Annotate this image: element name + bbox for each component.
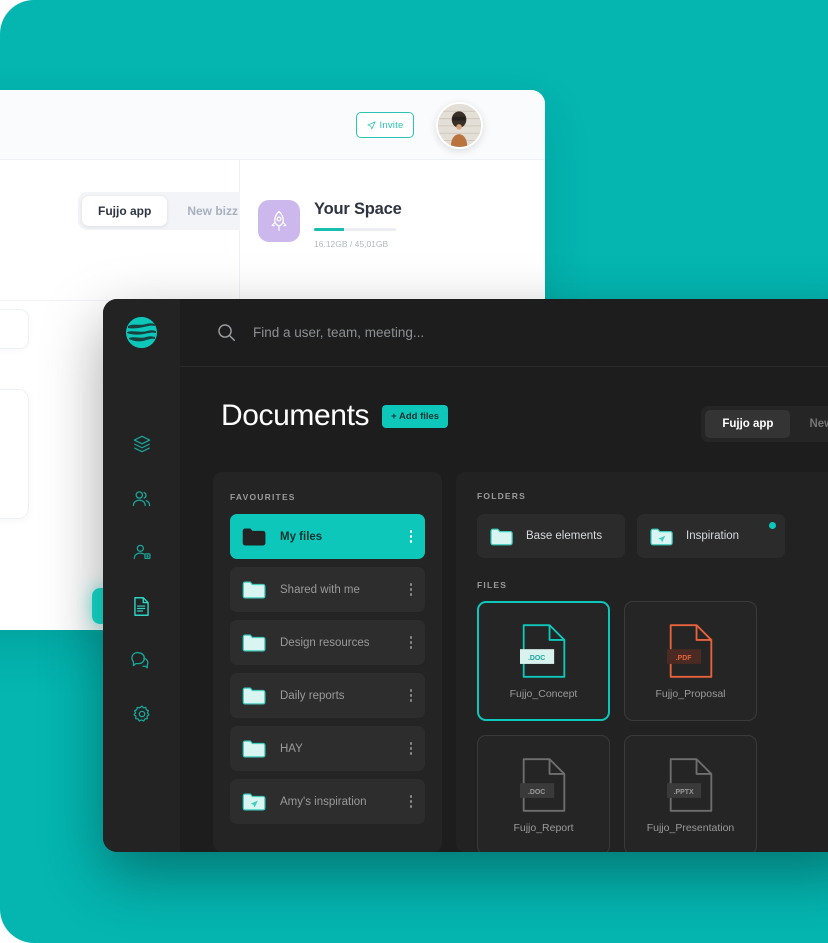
your-space-title: Your Space	[314, 200, 402, 219]
user-add-icon	[132, 542, 152, 562]
kebab-menu-icon[interactable]	[410, 583, 413, 596]
svg-text:.PDF: .PDF	[675, 654, 691, 661]
favourites-panel: FAVOURITES My files Shared with me	[213, 472, 442, 852]
tab-fujjo-app[interactable]: Fujjo app	[705, 410, 790, 438]
page-header: Documents + Add files	[221, 399, 448, 433]
favourite-item-label: Daily reports	[280, 690, 345, 702]
favourites-label: FAVOURITES	[230, 492, 425, 502]
favourite-item-design-resources[interactable]: Design resources	[230, 620, 425, 665]
folders-label: FOLDERS	[477, 491, 828, 501]
favourite-item-hay[interactable]: HAY	[230, 726, 425, 771]
favourite-item-label: Design resources	[280, 637, 369, 649]
kebab-menu-icon[interactable]	[410, 530, 413, 543]
folder-card-inspiration[interactable]: Inspiration	[0, 309, 29, 349]
fujjo-logo-icon[interactable]	[126, 317, 157, 348]
sidebar-item-layers[interactable]	[103, 417, 180, 471]
favourite-item-label: Amy's inspiration	[280, 796, 367, 808]
pdf-file-icon: .PDF	[667, 623, 715, 679]
file-card-fujjo-report[interactable]: .DOC Fujjo_Report	[477, 735, 610, 852]
tab-fujjo-app[interactable]: Fujjo app	[82, 196, 167, 226]
documents-content: FOLDERS Base elements Inspiration	[456, 472, 828, 852]
folder-icon	[242, 633, 266, 652]
tab-new-bizz[interactable]: New bizz	[792, 410, 828, 438]
kebab-menu-icon[interactable]	[410, 636, 413, 649]
favourite-item-daily-reports[interactable]: Daily reports	[230, 673, 425, 718]
file-card-fujjo-concept[interactable]: .DOC Fujjo_Concept	[477, 601, 610, 721]
documents-tabs: Fujjo app New bizz	[701, 406, 828, 442]
avatar-image	[438, 104, 481, 147]
kebab-menu-icon[interactable]	[410, 795, 413, 808]
folder-card-inspiration[interactable]: Inspiration	[637, 514, 785, 558]
chat-icon	[131, 650, 152, 671]
storage-usage-label: 16.12GB / 45,01GB	[314, 239, 402, 249]
search-input[interactable]: Find a user, team, meeting...	[253, 325, 424, 340]
favourite-item-label: Shared with me	[280, 584, 360, 596]
file-card-name: Fujjo_Proposal	[655, 688, 725, 700]
folder-icon	[490, 527, 513, 546]
sidebar-items	[103, 417, 180, 741]
sidebar-item-user-add[interactable]	[103, 525, 180, 579]
file-card-name: Fujjo_Presentation	[647, 822, 735, 834]
invite-button[interactable]: Invite	[356, 112, 414, 138]
folder-icon	[242, 739, 266, 758]
favourite-item-amys-inspiration[interactable]: Amy's inspiration	[230, 779, 425, 824]
document-icon	[132, 596, 151, 617]
add-files-button[interactable]: + Add files	[382, 405, 448, 428]
sidebar-item-settings[interactable]	[103, 687, 180, 741]
page-title: Documents	[221, 399, 369, 433]
folder-shared-icon	[242, 792, 266, 811]
favourite-item-label: My files	[280, 531, 322, 543]
rocket-icon	[269, 210, 289, 232]
files-label: FILES	[477, 580, 828, 590]
page-backdrop: Invite Fujjo app New bizz My	[0, 0, 828, 943]
folder-card-label: Base elements	[526, 530, 602, 542]
folder-icon	[242, 527, 266, 546]
notification-dot-badge	[769, 522, 776, 529]
kebab-menu-icon[interactable]	[410, 742, 413, 755]
folder-icon	[242, 580, 266, 599]
background-window-topbar: Invite	[0, 90, 545, 160]
svg-text:.DOC: .DOC	[527, 654, 544, 661]
documents-window: Find a user, team, meeting... Documents …	[103, 299, 828, 852]
doc-file-icon: .DOC	[520, 623, 568, 679]
folder-shared-icon	[650, 527, 673, 546]
file-card-name: Fujjo_Concept	[510, 688, 578, 700]
favourites-list: My files Shared with me Design resources	[230, 514, 425, 824]
your-space-info: Your Space 16.12GB / 45,01GB	[314, 200, 402, 249]
users-icon	[131, 488, 152, 509]
file-card-fujjo-proposal[interactable]: .PDF Fujjo_Proposal	[624, 601, 757, 721]
folder-icon	[242, 686, 266, 705]
file-card-fujjo-presentation[interactable]: .PPTX Fujjo_Presentation	[624, 735, 757, 852]
file-card-name: Fujjo_Report	[513, 822, 573, 834]
your-space-row: Your Space 16.12GB / 45,01GB	[258, 200, 402, 249]
plain-file-icon: .DOC	[520, 757, 568, 813]
avatar[interactable]	[436, 102, 483, 149]
folders-row: Base elements Inspiration	[477, 514, 828, 558]
sidebar-item-chat[interactable]	[103, 633, 180, 687]
rocket-tile	[258, 200, 300, 242]
favourite-item-shared-with-me[interactable]: Shared with me	[230, 567, 425, 612]
file-card-fujjo-proposal[interactable]: .PDF Fujjo_Proposal	[0, 389, 29, 519]
folder-card-base-elements[interactable]: Base elements	[477, 514, 625, 558]
sidebar-item-users[interactable]	[103, 471, 180, 525]
sidebar-item-documents[interactable]	[103, 579, 180, 633]
plain-file-icon: .PPTX	[667, 757, 715, 813]
invite-button-label: Invite	[380, 120, 404, 131]
favourite-item-my-files[interactable]: My files	[230, 514, 425, 559]
folder-card-label: Inspiration	[686, 530, 739, 542]
files-grid: .DOC Fujjo_Concept .PDF Fujjo_Proposal	[477, 601, 828, 852]
settings-icon	[132, 704, 152, 724]
paper-plane-icon	[367, 121, 376, 130]
layers-icon	[132, 434, 152, 454]
sidebar-rail	[103, 299, 180, 852]
kebab-menu-icon[interactable]	[410, 689, 413, 702]
svg-text:.DOC: .DOC	[527, 788, 544, 795]
search-bar[interactable]: Find a user, team, meeting...	[180, 299, 828, 367]
favourite-item-label: HAY	[280, 743, 303, 755]
svg-text:.PPTX: .PPTX	[673, 788, 693, 795]
storage-progress-bar	[314, 228, 396, 231]
search-icon	[217, 323, 236, 342]
